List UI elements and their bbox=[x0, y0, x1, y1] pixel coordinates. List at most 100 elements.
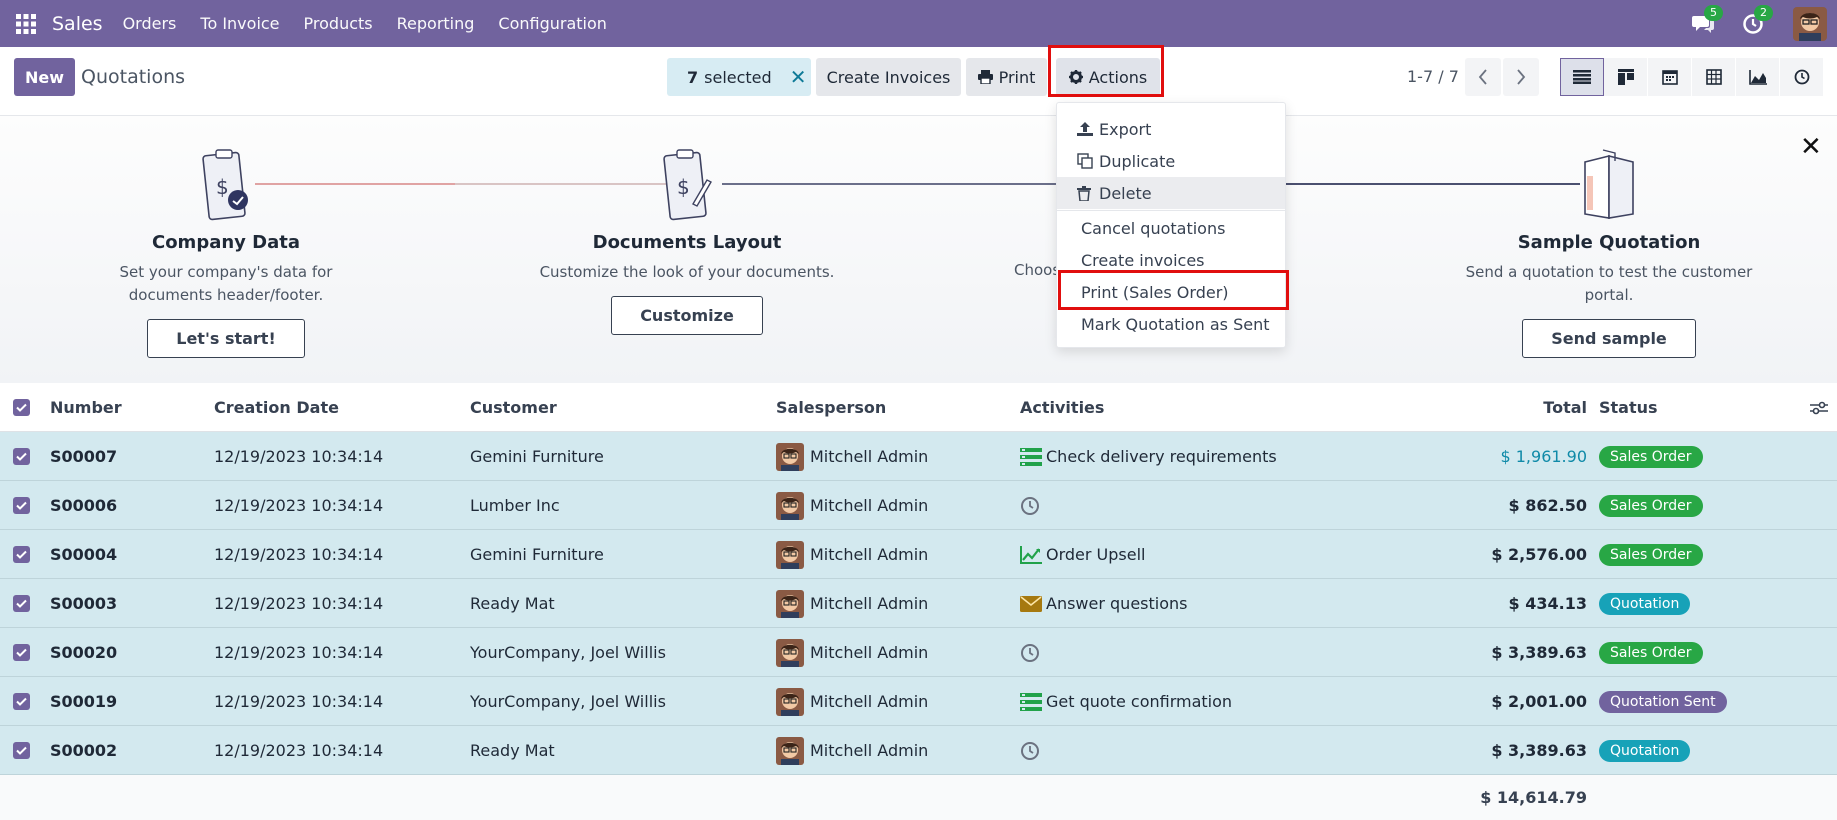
messages-button[interactable]: 5 bbox=[1685, 0, 1723, 47]
send-sample-button[interactable]: Send sample bbox=[1522, 319, 1696, 358]
select-all-checkbox[interactable] bbox=[13, 383, 30, 432]
table-row[interactable]: S00004 12/19/2023 10:34:14 Gemini Furnitur… bbox=[0, 530, 1837, 579]
step-description: Send a quotation to test the customer po… bbox=[1465, 263, 1753, 304]
avatar[interactable] bbox=[776, 540, 804, 569]
calendar-view-button[interactable] bbox=[1648, 58, 1692, 96]
check-icon bbox=[16, 648, 27, 657]
row-checkbox[interactable] bbox=[13, 726, 30, 775]
menu-item-label: Duplicate bbox=[1099, 151, 1176, 171]
create-invoices-button[interactable]: Create Invoices bbox=[816, 58, 961, 96]
kanban-view-button[interactable] bbox=[1604, 58, 1648, 96]
step-documents-layout: $ Documents Layout Customize the look of… bbox=[517, 146, 857, 335]
page-title: Quotations bbox=[81, 66, 186, 88]
actions-button[interactable]: Actions bbox=[1056, 58, 1160, 96]
col-total[interactable]: Total bbox=[1543, 383, 1587, 432]
activity-view-button[interactable] bbox=[1780, 58, 1824, 96]
avatar[interactable] bbox=[776, 491, 804, 520]
row-checkbox[interactable] bbox=[13, 579, 30, 628]
document-dollar-icon: $ bbox=[202, 149, 248, 221]
menu-item-cancel-quotations[interactable]: Cancel quotations bbox=[1057, 212, 1285, 244]
table-row[interactable]: S00019 12/19/2023 10:34:14 YourCompany, Jo… bbox=[0, 677, 1837, 726]
menu-item-print-sales-order[interactable]: Print (Sales Order) bbox=[1057, 276, 1285, 308]
avatar[interactable] bbox=[776, 687, 804, 716]
salesperson: Mitchell Admin bbox=[776, 432, 928, 481]
actions-label: Actions bbox=[1088, 67, 1148, 87]
pager-previous[interactable] bbox=[1465, 58, 1501, 96]
col-activities[interactable]: Activities bbox=[1020, 383, 1104, 432]
menu-item-delete[interactable]: Delete bbox=[1057, 177, 1285, 209]
row-checkbox[interactable] bbox=[13, 432, 30, 481]
pager-value[interactable]: 1-7 / 7 bbox=[1407, 67, 1459, 86]
avatar[interactable] bbox=[776, 736, 804, 765]
row-checkbox[interactable] bbox=[13, 530, 30, 579]
close-banner-icon[interactable]: ✕ bbox=[1800, 132, 1822, 162]
status-badge: Sales Order bbox=[1599, 543, 1703, 566]
optional-columns-icon[interactable] bbox=[1810, 383, 1828, 432]
col-customer[interactable]: Customer bbox=[470, 383, 557, 432]
menu-reporting[interactable]: Reporting bbox=[397, 14, 475, 33]
avatar[interactable] bbox=[776, 442, 804, 471]
salesperson-name: Mitchell Admin bbox=[810, 741, 929, 760]
table-row[interactable]: S00007 12/19/2023 10:34:14 Gemini Furnitur… bbox=[0, 432, 1837, 481]
salesperson: Mitchell Admin bbox=[776, 726, 928, 775]
order-number: S00019 bbox=[50, 692, 118, 711]
table-row[interactable]: S00006 12/19/2023 10:34:14 Lumber Inc Mitch… bbox=[0, 481, 1837, 530]
app-brand[interactable]: Sales bbox=[52, 13, 103, 35]
new-button[interactable]: New bbox=[14, 58, 75, 96]
col-creation-date[interactable]: Creation Date bbox=[214, 383, 339, 432]
activity[interactable] bbox=[1020, 726, 1044, 775]
avatar[interactable] bbox=[776, 638, 804, 667]
activities-badge: 2 bbox=[1754, 5, 1773, 21]
menu-orders[interactable]: Orders bbox=[123, 14, 177, 33]
user-avatar[interactable] bbox=[1793, 6, 1827, 41]
activities-button[interactable]: 2 bbox=[1735, 0, 1773, 47]
table-row[interactable]: S00020 12/19/2023 10:34:14 YourCompany, Jo… bbox=[0, 628, 1837, 677]
creation-date: 12/19/2023 10:34:14 bbox=[214, 496, 384, 515]
activity[interactable]: Check delivery requirements bbox=[1020, 432, 1277, 481]
clock-icon bbox=[1794, 69, 1809, 85]
activity[interactable] bbox=[1020, 628, 1044, 677]
menu-item-mark-sent[interactable]: Mark Quotation as Sent bbox=[1057, 308, 1285, 340]
activity[interactable]: Get quote confirmation bbox=[1020, 677, 1232, 726]
order-total: $ 434.13 bbox=[1508, 594, 1587, 613]
customize-button[interactable]: Customize bbox=[611, 296, 763, 335]
activity[interactable]: Answer questions bbox=[1020, 579, 1187, 628]
list-icon bbox=[1573, 70, 1591, 84]
row-checkbox[interactable] bbox=[13, 677, 30, 726]
row-checkbox[interactable] bbox=[13, 628, 30, 677]
menu-item-create-invoices[interactable]: Create invoices bbox=[1057, 244, 1285, 276]
customer-name: Lumber Inc bbox=[470, 496, 560, 515]
print-button[interactable]: Print bbox=[966, 58, 1047, 96]
order-number: S00002 bbox=[50, 741, 118, 760]
step-description: Set your company's data for documents he… bbox=[119, 263, 333, 304]
activity[interactable] bbox=[1020, 481, 1044, 530]
menu-item-duplicate[interactable]: Duplicate bbox=[1057, 145, 1285, 177]
col-status[interactable]: Status bbox=[1599, 383, 1658, 432]
col-salesperson[interactable]: Salesperson bbox=[776, 383, 886, 432]
pivot-view-button[interactable] bbox=[1692, 58, 1736, 96]
col-number[interactable]: Number bbox=[50, 383, 122, 432]
todo-icon bbox=[1020, 692, 1042, 711]
menu-configuration[interactable]: Configuration bbox=[498, 14, 607, 33]
printer-icon bbox=[977, 70, 993, 84]
pager-next[interactable] bbox=[1503, 58, 1539, 96]
menu-products[interactable]: Products bbox=[304, 14, 373, 33]
row-checkbox[interactable] bbox=[13, 481, 30, 530]
graph-view-button[interactable] bbox=[1736, 58, 1780, 96]
status-cell: Quotation bbox=[1599, 726, 1691, 775]
lets-start-button[interactable]: Let's start! bbox=[147, 319, 305, 358]
chevron-left-icon bbox=[1478, 69, 1487, 85]
menu-item-export[interactable]: Export bbox=[1057, 113, 1285, 145]
clear-selection-icon[interactable]: ✕ bbox=[790, 65, 807, 89]
table-row[interactable]: S00002 12/19/2023 10:34:14 Ready Mat Mitche… bbox=[0, 726, 1837, 775]
salesperson: Mitchell Admin bbox=[776, 628, 928, 677]
status-badge: Quotation Sent bbox=[1599, 690, 1727, 713]
table-row[interactable]: S00003 12/19/2023 10:34:14 Ready Mat Mitche… bbox=[0, 579, 1837, 628]
avatar[interactable] bbox=[776, 589, 804, 618]
status-cell: Sales Order bbox=[1599, 432, 1703, 481]
apps-menu-icon[interactable] bbox=[0, 0, 52, 47]
menu-to-invoice[interactable]: To Invoice bbox=[200, 14, 279, 33]
activity[interactable]: Order Upsell bbox=[1020, 530, 1146, 579]
clock-icon bbox=[1021, 741, 1039, 760]
list-view-button[interactable] bbox=[1560, 58, 1604, 96]
